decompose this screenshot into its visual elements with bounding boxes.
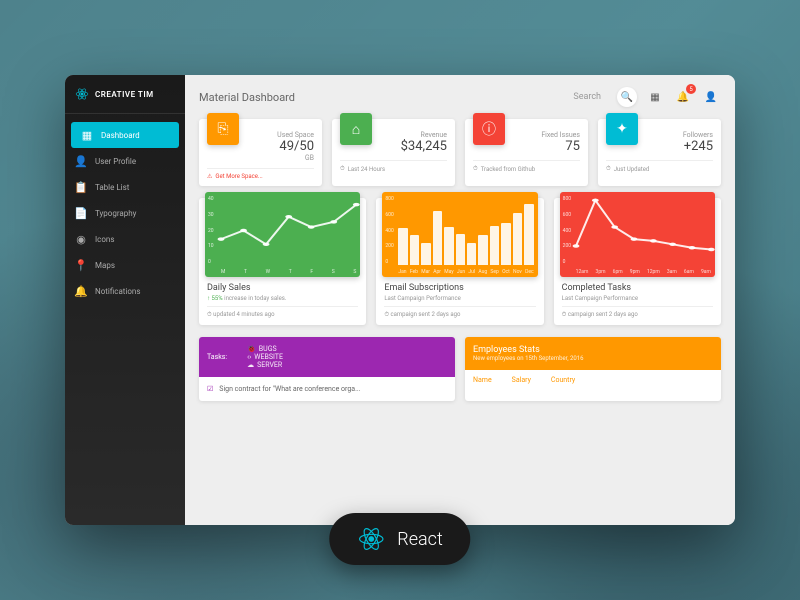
profile-button[interactable]: 👤 [701, 87, 721, 107]
nav-icon: 📍 [75, 259, 87, 271]
tab-icon: 🐞 [247, 345, 256, 353]
chart-area: 8006004002000JanFebMarAprMayJunJulAugSep… [382, 192, 537, 277]
stat-icon: ⌂ [340, 113, 372, 145]
chart-footer: ⏱ updated 4 minutes ago [207, 306, 358, 319]
search-button[interactable]: 🔍 [617, 87, 637, 107]
task-row[interactable]: ☑ Sign contract for "What are conference… [199, 377, 455, 401]
nav-icon: 📄 [75, 207, 87, 219]
chart-card: 8006004002000JanFebMarAprMayJunJulAugSep… [376, 198, 543, 325]
nav-icon: 📋 [75, 181, 87, 193]
sidebar-item-maps[interactable]: 📍 Maps [65, 252, 185, 278]
employees-card: Employees Stats New employees on 15th Se… [465, 337, 721, 401]
brand-text: CREATIVE TIM [95, 90, 154, 99]
chart-footer: ⏱ campaign sent 2 days ago [562, 306, 713, 319]
chart-area: 800600400200012am3pm6pm9pm12pm3am6am9am [560, 192, 715, 277]
notification-badge: 5 [686, 84, 696, 94]
nav-icon: ◉ [75, 233, 87, 245]
stat-card: ✦Followers+245⏱Just Updated [598, 119, 721, 186]
nav-label: Icons [95, 235, 114, 244]
task-text: Sign contract for "What are conference o… [219, 385, 360, 393]
nav-icon: 🔔 [75, 285, 87, 297]
task-tab-server[interactable]: ☁ SERVER [247, 361, 283, 369]
chart-card: 403020100MTWTFSSDaily Sales↑ 55% increas… [199, 198, 366, 325]
stat-footer: ⚠Get More Space... [207, 168, 314, 180]
nav-icon: ▦ [81, 129, 93, 141]
nav-label: Dashboard [101, 131, 140, 140]
notifications-button[interactable]: 🔔5 [673, 87, 693, 107]
stat-footer: ⏱Just Updated [606, 160, 713, 173]
chart-title: Daily Sales [207, 283, 358, 293]
sidebar-item-icons[interactable]: ◉ Icons [65, 226, 185, 252]
stat-unit: GB [207, 154, 314, 162]
sidebar-item-typography[interactable]: 📄 Typography [65, 200, 185, 226]
chart-footer: ⏱ campaign sent 2 days ago [384, 306, 535, 319]
chart-card: 800600400200012am3pm6pm9pm12pm3am6am9amC… [554, 198, 721, 325]
dashboard-icon-button[interactable]: ▦ [645, 87, 665, 107]
employees-header: Employees Stats New employees on 15th Se… [465, 337, 721, 370]
grid-icon: ▦ [650, 92, 659, 103]
chart-title: Email Subscriptions [384, 283, 535, 293]
table-header: Salary [512, 376, 531, 384]
tab-icon: ☁ [247, 361, 254, 369]
stat-card: ⎘Used Space49/50GB⚠Get More Space... [199, 119, 322, 186]
person-icon: 👤 [705, 92, 717, 103]
employees-sub: New employees on 15th September, 2016 [473, 355, 713, 362]
sidebar-item-user-profile[interactable]: 👤 User Profile [65, 148, 185, 174]
chart-subtitle: Last Campaign Performance [562, 295, 713, 302]
nav-label: Notifications [95, 287, 140, 296]
tasks-label: Tasks: [207, 353, 227, 361]
nav-label: Maps [95, 261, 115, 270]
chart-subtitle: Last Campaign Performance [384, 295, 535, 302]
stat-icon: ✦ [606, 113, 638, 145]
sidebar-item-dashboard[interactable]: ▦ Dashboard [71, 122, 179, 148]
sidebar-item-table-list[interactable]: 📋 Table List [65, 174, 185, 200]
tasks-header: Tasks: 🐞 BUGS‹› WEBSITE☁ SERVER [199, 337, 455, 377]
chart-title: Completed Tasks [562, 283, 713, 293]
chart-subtitle: ↑ 55% increase in today sales. [207, 295, 358, 302]
employees-title: Employees Stats [473, 345, 713, 355]
main-content: Material Dashboard Search 🔍 ▦ 🔔5 👤 ⎘Used… [185, 75, 735, 525]
stat-icon: ⎘ [207, 113, 239, 145]
table-header: Country [551, 376, 575, 384]
stat-card: ⓘFixed Issues75⏱Tracked from Github [465, 119, 588, 186]
chart-area: 403020100MTWTFSS [205, 192, 360, 277]
stat-footer: ⏱Tracked from Github [473, 160, 580, 173]
stat-icon: ⓘ [473, 113, 505, 145]
search-icon: 🔍 [621, 92, 633, 103]
nav-label: User Profile [95, 157, 136, 166]
page-title: Material Dashboard [199, 91, 295, 104]
nav-label: Table List [95, 183, 129, 192]
react-logo-icon [357, 525, 385, 553]
brand: CREATIVE TIM [65, 87, 185, 114]
topbar: Material Dashboard Search 🔍 ▦ 🔔5 👤 [199, 87, 721, 107]
task-tab-website[interactable]: ‹› WEBSITE [247, 353, 283, 361]
react-logo-icon [75, 87, 89, 101]
search-input[interactable]: Search [565, 88, 609, 106]
table-header: Name [473, 376, 492, 384]
app-window: CREATIVE TIM ▦ Dashboard 👤 User Profile 📋 Tab… [65, 75, 735, 525]
react-pill: React [329, 513, 470, 565]
checkbox-icon[interactable]: ☑ [207, 385, 213, 393]
pill-label: React [397, 529, 442, 550]
sidebar: CREATIVE TIM ▦ Dashboard 👤 User Profile 📋 Tab… [65, 75, 185, 525]
nav-label: Typography [95, 209, 136, 218]
sidebar-item-notifications[interactable]: 🔔 Notifications [65, 278, 185, 304]
nav-icon: 👤 [75, 155, 87, 167]
tasks-card: Tasks: 🐞 BUGS‹› WEBSITE☁ SERVER ☑ Sign c… [199, 337, 455, 401]
stat-card: ⌂Revenue$34,245⏱Last 24 Hours [332, 119, 455, 186]
stat-footer: ⏱Last 24 Hours [340, 160, 447, 173]
task-tab-bugs[interactable]: 🐞 BUGS [247, 345, 283, 353]
tab-icon: ‹› [247, 353, 251, 361]
